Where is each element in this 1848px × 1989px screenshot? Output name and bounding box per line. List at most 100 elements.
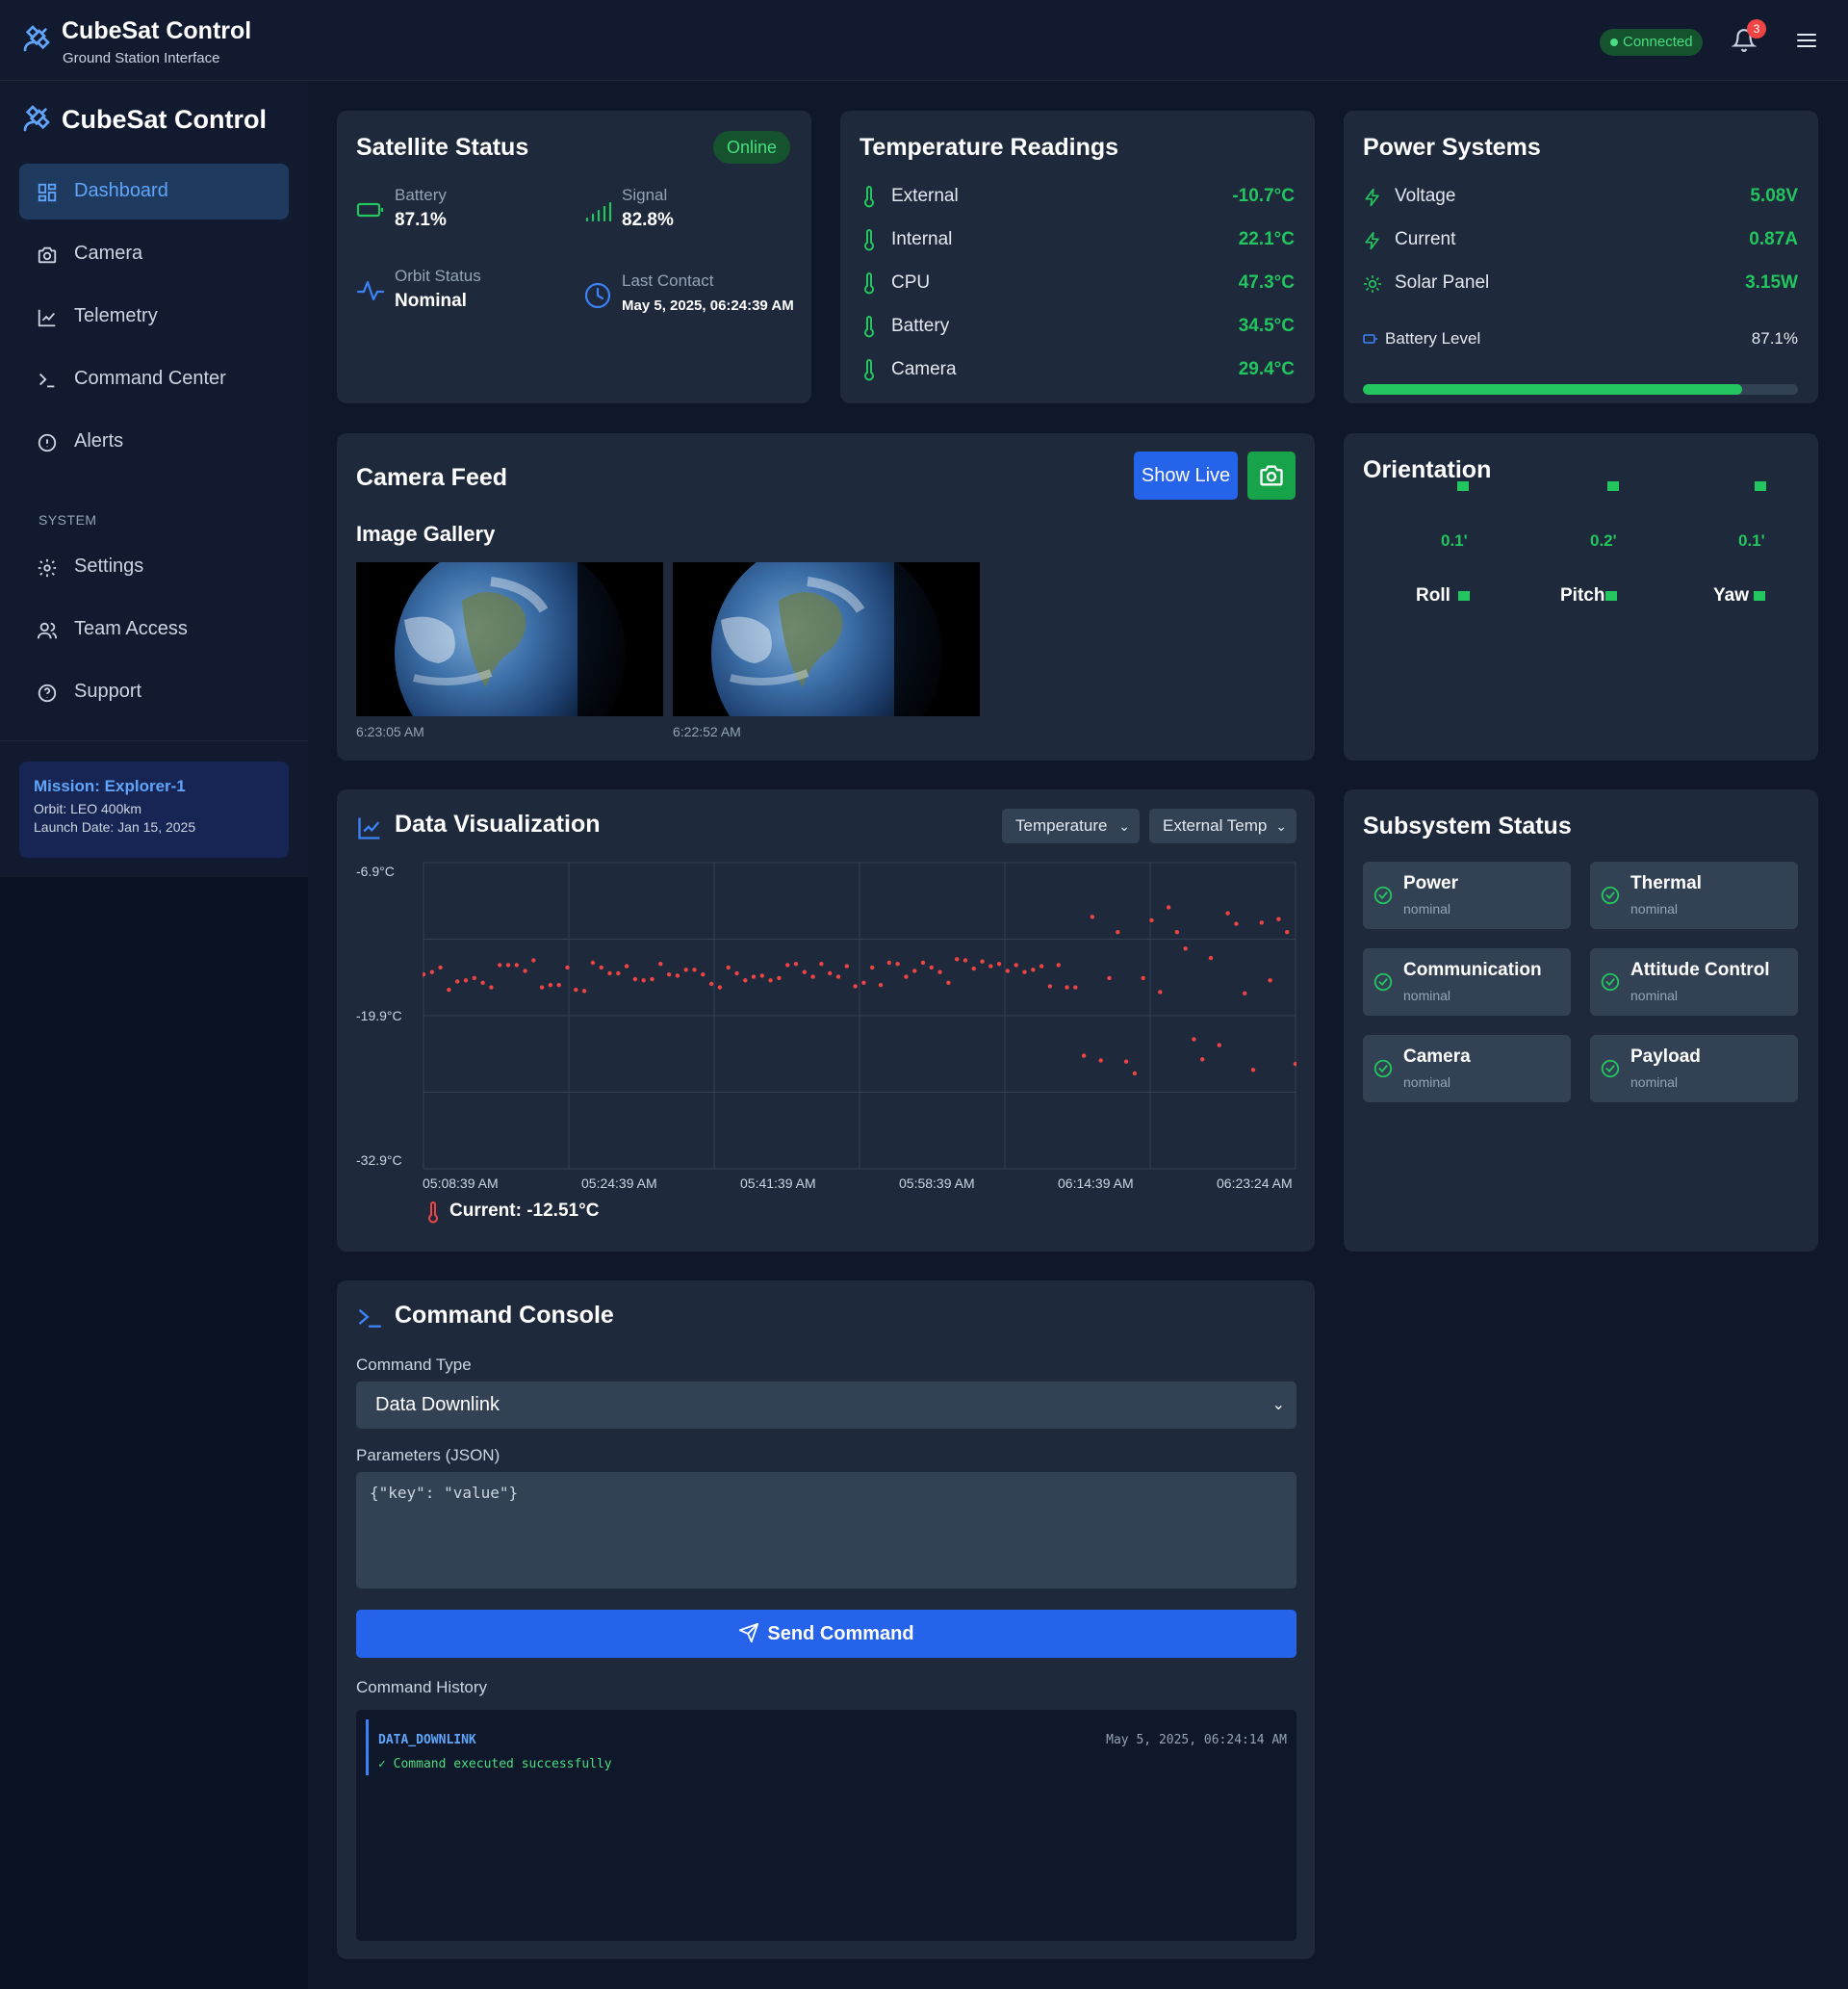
connection-label: Connected [1623, 34, 1693, 50]
battery-label: Battery [395, 186, 447, 204]
orientation-title: Orientation [1363, 456, 1492, 483]
subsystem-tile[interactable]: Camera nominal [1363, 1035, 1571, 1102]
sidebar-item-alerts[interactable]: Alerts [19, 414, 289, 470]
temperature-card: Temperature Readings External -10.7°C Inte… [840, 111, 1315, 403]
data-point [581, 989, 587, 994]
earth-image [673, 562, 980, 716]
sidebar-item-camera[interactable]: Camera [19, 226, 289, 282]
temperature-reading: CPU 47.3°C [860, 270, 1295, 298]
data-point [447, 987, 451, 993]
data-point [955, 957, 960, 962]
battery-progress-fill [1363, 384, 1742, 395]
data-point [1047, 984, 1053, 989]
subsystem-tile[interactable]: Payload nominal [1590, 1035, 1798, 1102]
data-type-select[interactable]: Temperature ⌄ [1002, 809, 1140, 843]
sidebar-item-dashboard[interactable]: Dashboard [19, 164, 289, 220]
last-contact-label: Last Contact [622, 271, 714, 290]
reading-label: Camera [891, 359, 957, 379]
sidebar-section-label: SYSTEM [38, 512, 97, 528]
signal-icon [585, 201, 612, 222]
data-point [870, 965, 875, 970]
command-console-card: Command Console Command Type Data Downli… [337, 1280, 1315, 1959]
subsystem-tile[interactable]: Power nominal [1363, 862, 1571, 929]
capture-image-button[interactable] [1247, 452, 1296, 500]
data-point [878, 983, 884, 988]
data-point [988, 964, 993, 969]
roll-marker-icon [1458, 591, 1470, 601]
data-point [844, 964, 849, 969]
reading-value: 5.08V [1750, 186, 1798, 206]
sidebar-item-settings[interactable]: Settings [19, 539, 289, 595]
sidebar-item-support[interactable]: Support [19, 664, 289, 720]
reading-value: -10.7°C [1232, 186, 1295, 206]
data-point [751, 974, 757, 979]
data-point [641, 978, 646, 983]
sidebar-item-label: Alerts [74, 430, 124, 452]
reading-label: Solar Panel [1395, 272, 1490, 293]
yaw-indicator-icon [1755, 481, 1766, 491]
parameters-textarea[interactable] [356, 1472, 1296, 1589]
data-point [929, 965, 934, 970]
data-point [1056, 963, 1061, 968]
sensor-select[interactable]: External Temp ⌄ [1149, 809, 1296, 843]
data-point [1192, 1037, 1196, 1042]
gallery-image[interactable] [356, 562, 663, 716]
data-point [556, 983, 561, 988]
reading-value: 34.5°C [1238, 316, 1295, 336]
show-live-button[interactable]: Show Live [1134, 452, 1238, 500]
data-point [1259, 920, 1264, 925]
power-card: Power Systems Voltage 5.08V Current 0.87… [1344, 111, 1818, 403]
x-tick-label: 05:41:39 AM [740, 1175, 816, 1191]
data-point [692, 968, 697, 972]
data-point [1243, 991, 1247, 995]
orientation-card: Orientation 0.1' Roll 0.2' Pitch 0.1' Ya… [1344, 433, 1818, 761]
history-result: ✓ Command executed successfully [378, 1757, 612, 1771]
terminal-icon [359, 1309, 382, 1328]
mission-title: Mission: Explorer-1 [34, 777, 186, 795]
gear-icon [38, 558, 57, 578]
status-badge: Online [713, 131, 791, 164]
image-timestamp: 6:22:52 AM [673, 724, 741, 739]
subsystem-tile[interactable]: Attitude Control nominal [1590, 948, 1798, 1016]
data-point [946, 980, 951, 985]
data-point [996, 962, 1002, 967]
temperature-reading: Camera 29.4°C [860, 356, 1295, 385]
data-point [463, 978, 469, 983]
command-type-select[interactable]: Data Downlink ⌄ [356, 1382, 1296, 1429]
sidebar-item-command-center[interactable]: Command Center [19, 351, 289, 407]
sidebar-item-telemetry[interactable]: Telemetry [19, 289, 289, 345]
data-type-value: Temperature [1015, 816, 1108, 835]
temperature-title: Temperature Readings [860, 134, 1119, 161]
pitch-value: 0.2' [1590, 531, 1617, 550]
x-tick-label: 06:14:39 AM [1058, 1175, 1134, 1191]
status-dot-icon [1610, 39, 1618, 46]
satellite-icon [23, 105, 50, 132]
data-point [1014, 963, 1018, 968]
line-chart-icon [358, 817, 380, 840]
subsystem-name: Thermal [1630, 873, 1702, 893]
subsystem-tile[interactable]: Communication nominal [1363, 948, 1571, 1016]
thermometer-icon [428, 1201, 438, 1224]
satellite-status-title: Satellite Status [356, 134, 529, 161]
y-tick-label: -19.9°C [356, 1008, 402, 1023]
data-point [1285, 930, 1290, 935]
data-point [701, 972, 706, 977]
data-point [819, 962, 824, 967]
subsystem-state: nominal [1403, 1074, 1451, 1090]
data-point [828, 970, 833, 976]
send-command-button[interactable]: Send Command [356, 1610, 1296, 1658]
hamburger-menu-icon[interactable] [1794, 29, 1819, 52]
top-bar: CubeSat Control Ground Station Interface… [0, 0, 1848, 81]
data-point [1276, 917, 1281, 921]
data-point [1081, 1053, 1087, 1058]
data-point [1039, 964, 1044, 969]
subsystem-tile[interactable]: Thermal nominal [1590, 862, 1798, 929]
data-point [590, 960, 596, 966]
data-point [429, 969, 434, 974]
battery-value: 87.1% [395, 210, 447, 230]
data-point [1217, 1043, 1221, 1047]
check-circle-icon [1373, 1059, 1393, 1078]
sidebar-item-team-access[interactable]: Team Access [19, 602, 289, 658]
gallery-image[interactable] [673, 562, 980, 716]
command-history-panel: DATA_DOWNLINK May 5, 2025, 06:24:14 AM ✓… [356, 1710, 1296, 1941]
